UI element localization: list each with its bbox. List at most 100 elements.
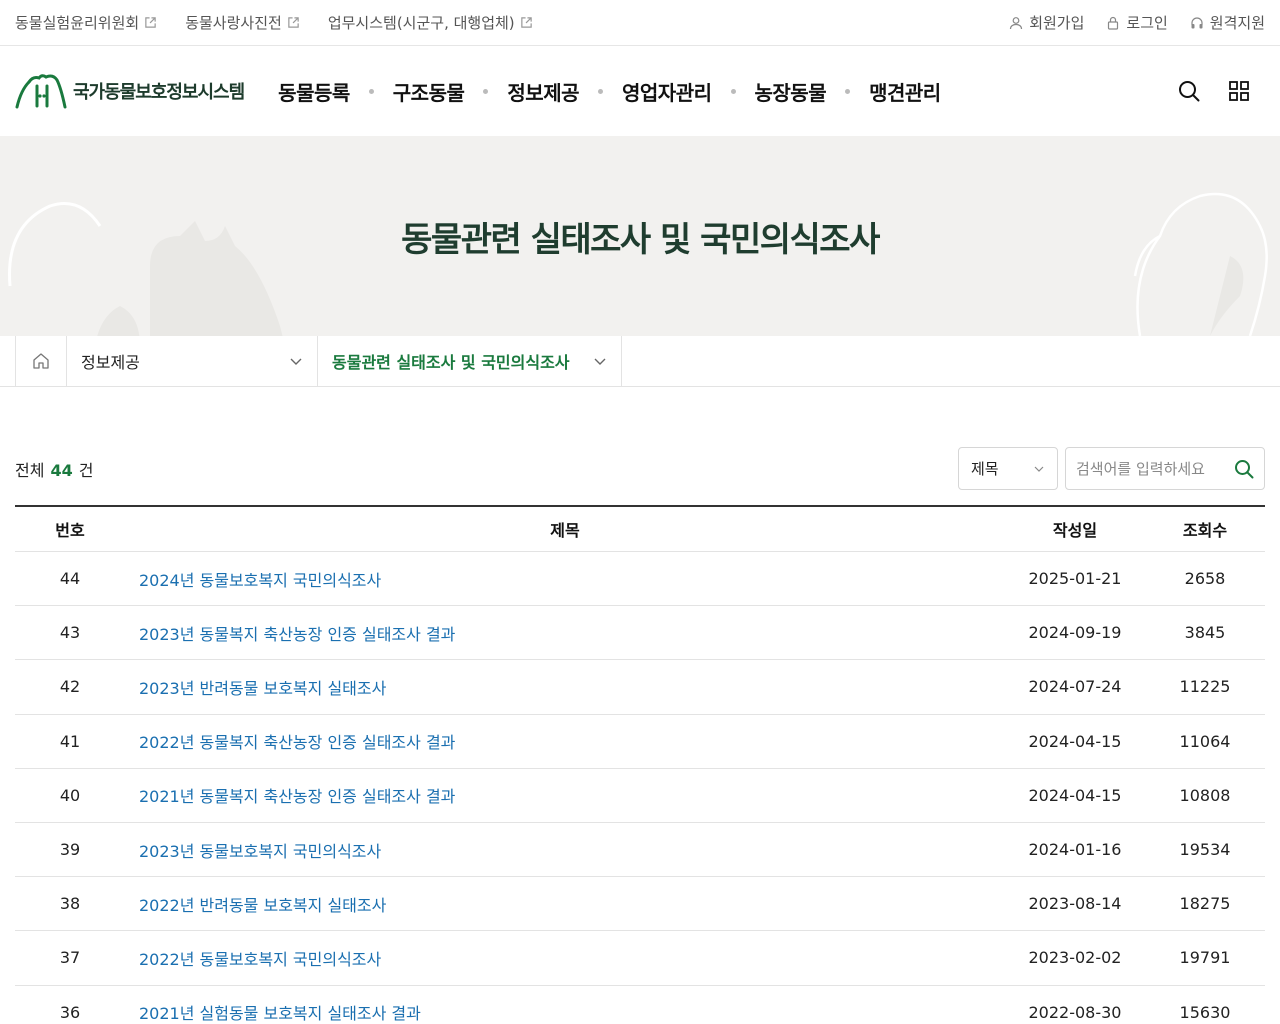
row-no: 41	[59, 731, 81, 751]
external-link-icon	[288, 17, 299, 28]
table-row: 37 2022년 동물보호복지 국민의식조사 2023-02-02 19791	[15, 931, 1265, 986]
row-title-link[interactable]: 2023년 동물복지 축산농장 인증 실태조사 결과	[139, 625, 455, 644]
search-area: 제목	[958, 447, 1265, 490]
breadcrumb-level2-select[interactable]: 동물관련 실태조사 및 국민의식조사	[318, 336, 622, 386]
home-icon[interactable]	[15, 336, 67, 386]
search-input[interactable]	[1076, 459, 1226, 478]
table-row: 38 2022년 반려동물 보호복지 실태조사 2023-08-14 18275	[15, 877, 1265, 932]
util-link-label: 동물사랑사진전	[185, 14, 282, 32]
table-row: 41 2022년 동물복지 축산농장 인증 실태조사 결과 2024-04-15 11…	[15, 715, 1265, 769]
breadcrumb-level1-select[interactable]: 정보제공	[67, 336, 318, 386]
board-table: 번호 제목 작성일 조회수 44 2024년 동물보호복지 국민의식조사 2025-…	[15, 505, 1265, 1024]
headset-icon	[1191, 16, 1203, 28]
nav-item-information[interactable]: 정보제공	[507, 77, 579, 106]
all-menu-icon[interactable]	[1226, 78, 1252, 104]
lock-icon	[1108, 16, 1119, 30]
search-submit-icon[interactable]	[1234, 459, 1254, 479]
nav-item-dangerous-dogs[interactable]: 맹견관리	[869, 77, 941, 106]
row-title-link[interactable]: 2021년 동물복지 축산농장 인증 실태조사 결과	[139, 787, 455, 806]
row-date: 2024-09-19	[1028, 623, 1122, 643]
row-title-link[interactable]: 2023년 동물보호복지 국민의식조사	[139, 842, 381, 861]
search-box	[1065, 447, 1265, 490]
util-link-animal-ethics[interactable]: 동물실험윤리위원회	[15, 12, 157, 33]
breadcrumb-level1-label: 정보제공	[81, 353, 140, 372]
util-link-label: 업무시스템(시군구, 대행업체)	[327, 14, 515, 32]
row-views: 19534	[1179, 840, 1231, 860]
signup-link[interactable]: 회원가입	[1009, 12, 1084, 33]
search-icon[interactable]	[1176, 78, 1202, 104]
util-link-work-system[interactable]: 업무시스템(시군구, 대행업체)	[328, 12, 533, 33]
row-title-cell: 2022년 반려동물 보호복지 실태조사	[125, 892, 1005, 916]
total-suffix: 건	[78, 460, 94, 480]
row-date: 2024-04-15	[1028, 731, 1122, 751]
row-no: 37	[59, 948, 81, 968]
table-header: 번호 제목 작성일 조회수	[15, 507, 1265, 552]
nav-separator	[730, 88, 736, 94]
row-views: 3845	[1184, 623, 1226, 643]
external-link-icon	[520, 17, 532, 28]
total-number: 44	[50, 460, 73, 480]
remote-support-link[interactable]: 원격지원	[1190, 12, 1265, 33]
utility-bar: 동물실험윤리위원회 동물사랑사진전 업무시스템(시군구, 대행업체) 회원가입 …	[0, 0, 1280, 46]
row-date: 2023-02-02	[1028, 948, 1122, 968]
page-title: 동물관련 실태조사 및 국민의식조사	[401, 219, 880, 260]
table-row: 44 2024년 동물보호복지 국민의식조사 2025-01-21 2658	[15, 552, 1265, 607]
row-date: 2023-08-14	[1028, 894, 1122, 914]
breadcrumb: 정보제공 동물관련 실태조사 및 국민의식조사	[0, 336, 1280, 387]
row-title-link[interactable]: 2024년 동물보호복지 국민의식조사	[139, 571, 381, 590]
row-title-link[interactable]: 2022년 반려동물 보호복지 실태조사	[139, 896, 386, 915]
page-banner: 동물관련 실태조사 및 국민의식조사	[0, 136, 1280, 336]
table-row: 36 2021년 실험동물 보호복지 실태조사 결과 2022-08-30 15630	[15, 986, 1265, 1024]
row-no: 42	[59, 677, 81, 697]
row-no: 44	[59, 569, 81, 589]
row-title-cell: 2023년 반려동물 보호복지 실태조사	[125, 675, 1005, 699]
total-count: 전체 44 건	[15, 457, 93, 481]
row-no: 38	[59, 894, 81, 914]
nav-item-business-management[interactable]: 영업자관리	[622, 77, 712, 106]
row-no: 40	[59, 785, 81, 805]
utility-links-left: 동물실험윤리위원회 동물사랑사진전 업무시스템(시군구, 대행업체)	[15, 12, 561, 33]
chevron-down-icon	[290, 358, 302, 365]
row-views: 2658	[1184, 569, 1226, 589]
row-title-link[interactable]: 2023년 반려동물 보호복지 실태조사	[139, 679, 386, 698]
row-title-cell: 2021년 동물복지 축산농장 인증 실태조사 결과	[125, 783, 1005, 807]
dog-illustration-icon	[1133, 192, 1268, 336]
row-views: 10808	[1179, 785, 1231, 805]
row-date: 2024-04-15	[1028, 785, 1122, 805]
nav-item-rescued-animals[interactable]: 구조동물	[393, 77, 465, 106]
row-views: 11225	[1179, 677, 1231, 697]
row-views: 18275	[1179, 894, 1231, 914]
row-date: 2024-07-24	[1028, 677, 1122, 697]
row-date: 2022-08-30	[1028, 1002, 1122, 1022]
main-nav: 동물등록 구조동물 정보제공 영업자관리 농장동물 맹견관리	[278, 77, 941, 106]
site-logo[interactable]: 국가동물보호정보시스템	[15, 72, 245, 110]
row-title-cell: 2023년 동물복지 축산농장 인증 실태조사 결과	[125, 621, 1005, 645]
nav-separator	[368, 88, 374, 94]
table-row: 39 2023년 동물보호복지 국민의식조사 2024-01-16 19534	[15, 823, 1265, 878]
column-header-title: 제목	[550, 521, 580, 540]
utility-links-right: 회원가입 로그인 원격지원	[987, 12, 1265, 33]
search-field-select[interactable]: 제목	[958, 447, 1058, 490]
row-title-cell: 2023년 동물보호복지 국민의식조사	[125, 838, 1005, 862]
header-icons	[1176, 46, 1252, 136]
table-body: 44 2024년 동물보호복지 국민의식조사 2025-01-21 2658 43 202…	[15, 552, 1265, 1024]
row-views: 11064	[1179, 731, 1231, 751]
chevron-down-icon	[594, 358, 606, 365]
util-link-photo-contest[interactable]: 동물사랑사진전	[185, 12, 300, 33]
search-field-value: 제목	[971, 460, 999, 478]
row-title-link[interactable]: 2022년 동물보호복지 국민의식조사	[139, 950, 381, 969]
user-icon	[1010, 16, 1023, 29]
row-title-link[interactable]: 2022년 동물복지 축산농장 인증 실태조사 결과	[139, 733, 455, 752]
login-link[interactable]: 로그인	[1106, 12, 1168, 33]
row-date: 2025-01-21	[1028, 569, 1122, 589]
login-label: 로그인	[1126, 14, 1168, 32]
column-header-no: 번호	[55, 521, 85, 540]
site-header: 국가동물보호정보시스템 동물등록 구조동물 정보제공 영업자관리 농장동물 맹견…	[0, 46, 1280, 136]
row-title-link[interactable]: 2021년 실험동물 보호복지 실태조사 결과	[139, 1004, 421, 1023]
cat-illustration-icon	[8, 202, 283, 336]
column-header-date: 작성일	[1052, 521, 1098, 540]
row-views: 15630	[1179, 1002, 1231, 1022]
util-link-label: 동물실험윤리위원회	[15, 14, 140, 32]
nav-item-farm-animals[interactable]: 농장동물	[755, 77, 827, 106]
nav-item-animal-registration[interactable]: 동물등록	[278, 77, 350, 106]
